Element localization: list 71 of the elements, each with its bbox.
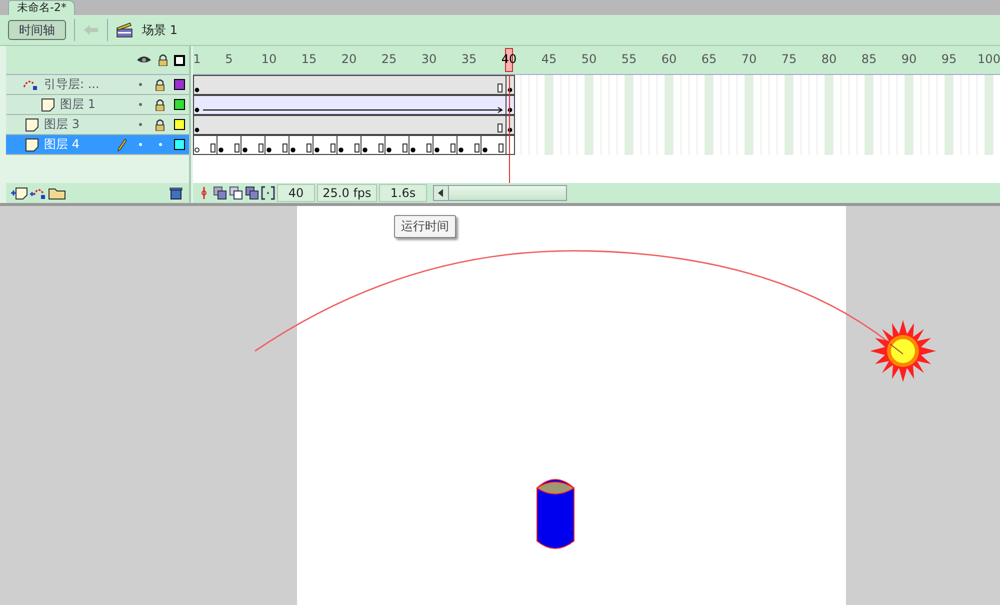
frame-number[interactable]: 35: [457, 52, 481, 66]
current-frame: 40: [277, 184, 315, 202]
layer-color-swatch[interactable]: [174, 99, 185, 110]
frame-number[interactable]: 70: [737, 52, 761, 66]
keyframe-span[interactable]: [193, 135, 515, 155]
layer-icon: [40, 98, 56, 112]
layer-row[interactable]: 图层 3: [6, 115, 189, 135]
clapperboard-icon: [116, 22, 134, 38]
frame-rate: 25.0 fps: [317, 184, 377, 202]
horizontal-scrollbar[interactable]: [433, 185, 567, 201]
scene-label[interactable]: 场景 1: [142, 22, 178, 38]
frame-number[interactable]: 80: [817, 52, 841, 66]
lock-icon[interactable]: [155, 78, 165, 90]
frame-number[interactable]: 75: [777, 52, 801, 66]
sun-drawing: [870, 320, 936, 382]
layer-color-swatch[interactable]: [174, 79, 185, 90]
frame-number[interactable]: 1: [185, 52, 209, 66]
frame-number[interactable]: 10: [257, 52, 281, 66]
cylinder-drawing: [536, 479, 574, 549]
add-guide-layer-icon[interactable]: [29, 186, 47, 200]
visible-dot[interactable]: [138, 103, 142, 106]
outline-icon[interactable]: [174, 54, 185, 66]
visible-dot[interactable]: [138, 123, 142, 126]
onion-markers-icon[interactable]: [261, 186, 275, 200]
add-layer-icon[interactable]: [10, 186, 28, 200]
frame-number[interactable]: 60: [657, 52, 681, 66]
layer-name[interactable]: 图层 1: [60, 96, 96, 113]
frame-number[interactable]: 85: [857, 52, 881, 66]
layer-row[interactable]: 图层 1: [6, 95, 189, 115]
onion-outline-icon[interactable]: [229, 186, 243, 200]
layer-color-swatch[interactable]: [174, 139, 185, 150]
frame-number[interactable]: 25: [377, 52, 401, 66]
lock-icon[interactable]: [155, 118, 165, 130]
trash-icon[interactable]: [169, 186, 183, 200]
layer-row[interactable]: 引导层: ...: [6, 75, 189, 95]
frame-number[interactable]: 90: [897, 52, 921, 66]
frame-number[interactable]: 30: [417, 52, 441, 66]
onion-skin-icon[interactable]: [213, 186, 227, 200]
layer-color-swatch[interactable]: [174, 119, 185, 130]
frame-number[interactable]: 20: [337, 52, 361, 66]
layer-icon: [24, 118, 40, 132]
frame-number[interactable]: 55: [617, 52, 641, 66]
eye-icon[interactable]: [136, 55, 152, 65]
lock-icon[interactable]: [158, 54, 168, 66]
edit-multiple-frames-icon[interactable]: [245, 186, 259, 200]
motion-tween-span[interactable]: [193, 95, 515, 115]
frame-number[interactable]: 95: [937, 52, 961, 66]
layer-icon: [24, 138, 40, 152]
frame-number[interactable]: 15: [297, 52, 321, 66]
layer-name[interactable]: 图层 4: [44, 136, 80, 153]
timeline-button[interactable]: 时间轴: [8, 20, 66, 40]
frame-number[interactable]: 45: [537, 52, 561, 66]
visible-dot[interactable]: [138, 83, 142, 86]
frame-number[interactable]: 5: [217, 52, 241, 66]
scroll-left-icon[interactable]: [438, 189, 444, 197]
static-frame-span[interactable]: [193, 115, 515, 135]
layer-name[interactable]: 引导层: ...: [44, 76, 100, 93]
elapsed-time: 1.6s: [379, 184, 427, 202]
frame-number[interactable]: 65: [697, 52, 721, 66]
frame-number[interactable]: 50: [577, 52, 601, 66]
visible-dot[interactable]: [138, 143, 142, 146]
folder-icon[interactable]: [48, 186, 66, 200]
lock-icon[interactable]: [155, 98, 165, 110]
layer-name[interactable]: 图层 3: [44, 116, 80, 133]
static-frame-span[interactable]: [193, 75, 515, 95]
scroll-thumb[interactable]: [449, 186, 566, 200]
layer-row[interactable]: 图层 4: [6, 135, 189, 155]
document-tab[interactable]: 未命名-2*: [8, 0, 76, 15]
frame-number[interactable]: 100: [977, 52, 1000, 66]
unlocked-dot[interactable]: [158, 143, 162, 146]
tooltip: 运行时间: [394, 215, 456, 238]
